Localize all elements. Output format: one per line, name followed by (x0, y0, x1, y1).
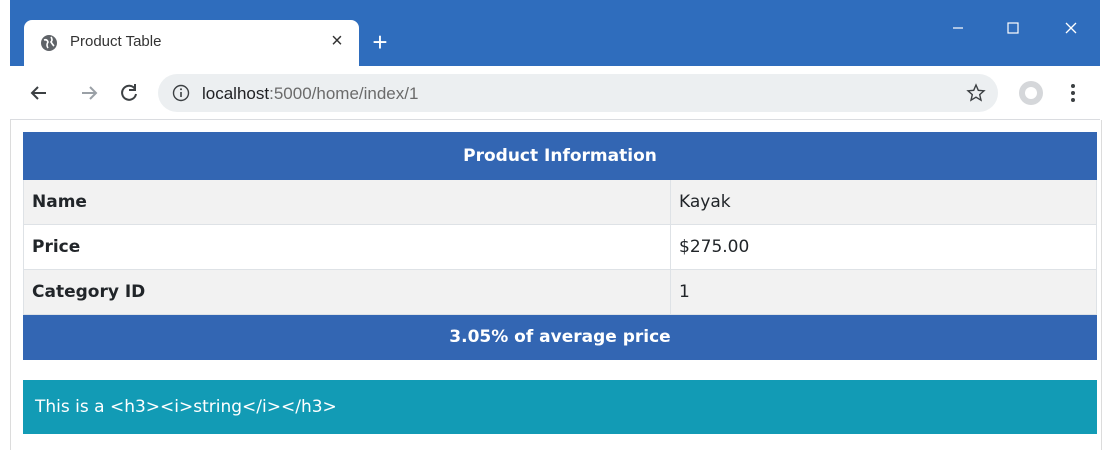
reload-icon[interactable] (116, 80, 142, 106)
row-label: Category ID (23, 269, 671, 315)
plus-icon[interactable]: + (366, 28, 394, 56)
browser-toolbar: localhost:5000/home/index/1 (10, 66, 1100, 120)
row-label: Name (23, 179, 671, 225)
title-bar: Product Table × + (10, 0, 1100, 66)
table-header: Product Information (23, 132, 1097, 180)
browser-tab[interactable]: Product Table × (24, 20, 359, 66)
browser-window: Product Table × + localhost:5000/home/in… (10, 0, 1102, 450)
url-text: localhost:5000/home/index/1 (202, 84, 418, 104)
row-value: 1 (670, 269, 1097, 315)
tab-title: Product Table (70, 33, 162, 50)
maximize-icon[interactable] (995, 16, 1031, 40)
page-content: Product Information Name Kayak Price $27… (10, 120, 1102, 450)
row-label: Price (23, 224, 671, 270)
close-icon[interactable]: × (326, 30, 348, 52)
banner-text: This is a <h3><i>string</i></h3> (35, 397, 337, 417)
window-close-icon[interactable] (1053, 16, 1089, 40)
address-bar[interactable]: localhost:5000/home/index/1 (158, 74, 998, 112)
star-icon[interactable] (966, 83, 986, 103)
url-path: :5000/home/index/1 (269, 84, 419, 103)
row-value: Kayak (670, 179, 1097, 225)
product-table: Product Information Name Kayak Price $27… (23, 132, 1097, 360)
table-row: Name Kayak (23, 179, 1097, 225)
table-row: Category ID 1 (23, 269, 1097, 315)
minimize-icon[interactable] (940, 16, 976, 40)
table-row: Price $275.00 (23, 224, 1097, 270)
profile-icon[interactable] (1018, 80, 1044, 106)
url-host: localhost (202, 84, 270, 103)
back-arrow-icon[interactable] (26, 80, 52, 106)
globe-icon (41, 35, 57, 51)
forward-arrow-icon[interactable] (76, 80, 102, 106)
table-footer: 3.05% of average price (23, 314, 1097, 360)
string-banner: This is a <h3><i>string</i></h3> (23, 380, 1097, 434)
info-icon[interactable] (172, 84, 190, 102)
kebab-menu-icon[interactable] (1066, 80, 1080, 106)
row-value: $275.00 (670, 224, 1097, 270)
